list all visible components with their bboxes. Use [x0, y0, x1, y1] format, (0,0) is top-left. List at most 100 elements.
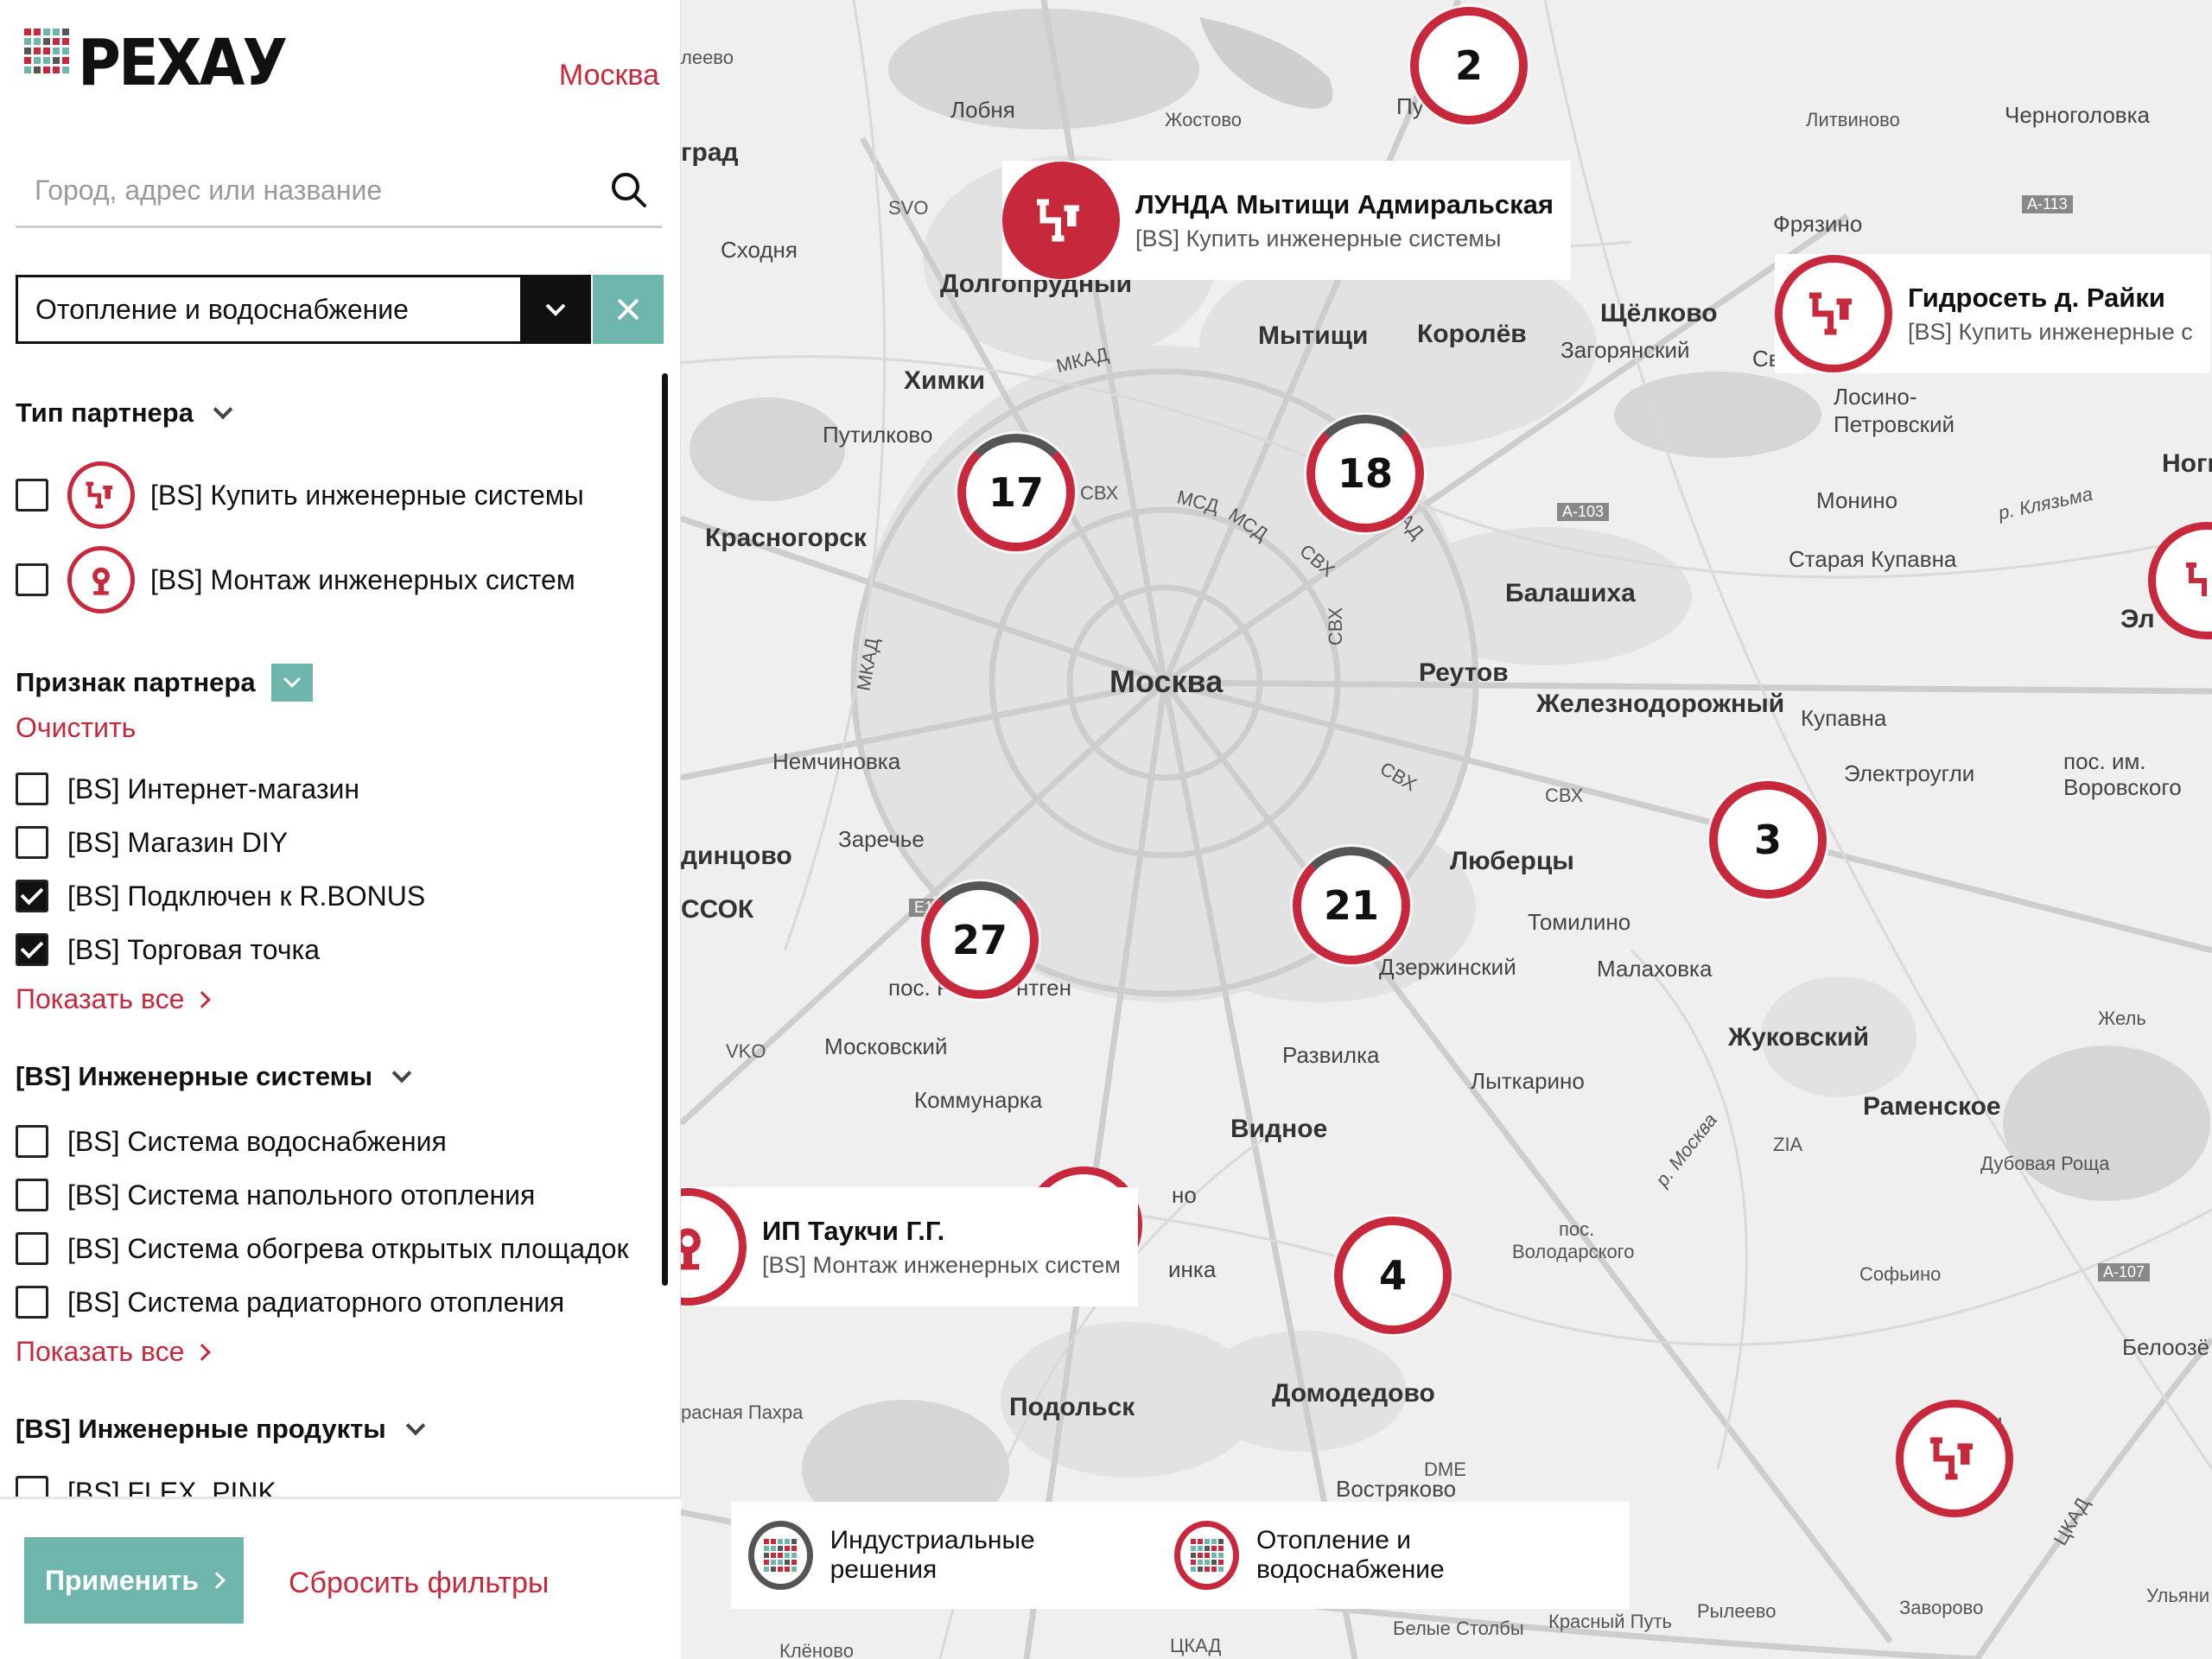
legend-heating[interactable]: Отопление и водоснабжение: [1174, 1521, 1578, 1590]
eng-systems-heading[interactable]: [BS] Инженерные системы: [16, 1061, 412, 1092]
show-all-link[interactable]: Показать все: [16, 1336, 212, 1368]
checkbox[interactable]: [16, 772, 48, 805]
place-label: Ноги: [2162, 449, 2212, 478]
cluster-marker[interactable]: 27: [921, 881, 1039, 999]
logo-pixel: [43, 57, 50, 64]
show-all-label: Показать все: [16, 1336, 185, 1367]
place-label: Загорянский: [1560, 337, 1690, 363]
logo-pixel: [1197, 1546, 1203, 1551]
partner-type-option[interactable]: [BS] Купить инженерные системы: [16, 461, 584, 529]
partner-sign-option[interactable]: [BS] Интернет-магазин: [16, 772, 359, 805]
clear-category-button[interactable]: [593, 275, 664, 344]
partner-sign-option[interactable]: [BS] Магазин DIY: [16, 826, 288, 859]
chevron-right-icon: [208, 1572, 226, 1589]
logo-pixel: [62, 48, 69, 54]
option-label: [BS] Купить инженерные системы: [150, 479, 584, 511]
checkbox-checked[interactable]: [16, 880, 48, 912]
search-input[interactable]: [16, 156, 569, 225]
eng-system-option[interactable]: [BS] Система обогрева открытых площадок: [16, 1232, 628, 1265]
clear-filter-link[interactable]: Очистить: [16, 712, 136, 744]
logo-pixel: [1204, 1539, 1210, 1544]
search-icon[interactable]: [608, 169, 650, 211]
place-label: инка: [1168, 1256, 1217, 1282]
logo-pixel: [1190, 1560, 1196, 1565]
checkbox[interactable]: [16, 826, 48, 859]
logo-pixel: [24, 29, 31, 35]
logo-pixel: [778, 1560, 784, 1565]
cluster-marker[interactable]: 21: [1293, 847, 1410, 964]
place-label: Томилино: [1528, 909, 1631, 935]
cluster-marker[interactable]: 4: [1334, 1217, 1452, 1334]
place-label: нтген: [1016, 975, 1071, 1001]
partner-card[interactable]: Гидросеть д. Райки [BS] Купить инженерны…: [1775, 254, 2210, 373]
place-label: Красный Путь: [1548, 1611, 1672, 1632]
road-sign: A-107: [2098, 1263, 2151, 1281]
checkbox[interactable]: [16, 1125, 48, 1158]
eng-system-option[interactable]: [BS] Система радиаторного отопления: [16, 1286, 564, 1319]
logo-pixel: [778, 1553, 784, 1558]
place-label: Жель: [2098, 1007, 2146, 1029]
place-label: леево: [681, 47, 734, 68]
logo-pixel: [785, 1539, 791, 1544]
chevron-down-icon[interactable]: [520, 275, 591, 344]
reset-filters-link[interactable]: Сбросить фильтры: [289, 1567, 549, 1600]
logo-pixel: [34, 29, 41, 35]
section-title: [BS] Инженерные продукты: [16, 1414, 386, 1444]
cluster-marker[interactable]: 3: [1709, 781, 1827, 899]
logo-pixel: [1190, 1567, 1196, 1572]
logo-pixel: [1204, 1560, 1210, 1565]
partner-card[interactable]: ИП Таукчи Г.Г. [BS] Монтаж инженерных си…: [681, 1187, 1138, 1306]
logo-pixel: [34, 48, 41, 54]
logo-pixel: [1190, 1553, 1196, 1558]
logo-pixel: [1190, 1539, 1196, 1544]
chevron-down-icon[interactable]: [270, 664, 313, 702]
place-label: Востряково: [1336, 1476, 1457, 1502]
scrollbar[interactable]: [662, 373, 668, 1286]
partner-sign-option[interactable]: [BS] Торговая точка: [16, 933, 320, 966]
apply-button[interactable]: Применить: [24, 1537, 244, 1624]
logo-pixel: [24, 57, 31, 64]
cluster-marker[interactable]: 17: [957, 434, 1075, 551]
logo-pixel: [764, 1567, 770, 1572]
partner-type-option[interactable]: [BS] Монтаж инженерных систем: [16, 546, 575, 613]
city-selector[interactable]: Москва: [559, 59, 659, 92]
option-label: [BS] Система напольного отопления: [67, 1179, 536, 1211]
checkbox[interactable]: [16, 563, 48, 596]
option-label: [BS] Магазин DIY: [67, 826, 289, 858]
place-label: Дзержинский: [1379, 954, 1516, 980]
place-label: Раменское: [1863, 1092, 2001, 1121]
logo-pixel: [771, 1553, 777, 1558]
show-all-link[interactable]: Показать все: [16, 983, 212, 1015]
logo-pixel: [764, 1560, 770, 1565]
checkbox-checked[interactable]: [16, 933, 48, 966]
partner-card[interactable]: ЛУНДА Мытищи Адмиральская [BS] Купить ин…: [1002, 161, 1571, 280]
partner-type-heading[interactable]: Тип партнера: [16, 397, 233, 429]
checkbox[interactable]: [16, 1179, 48, 1211]
cluster-marker[interactable]: 2: [1410, 7, 1528, 124]
place-label: Литвиново: [1806, 109, 1900, 130]
checkbox[interactable]: [16, 1232, 48, 1265]
checkbox[interactable]: [16, 479, 48, 512]
logo-pixel: [791, 1553, 798, 1558]
road-label: ЦКАД: [1170, 1635, 1222, 1656]
pipe-icon: [1002, 162, 1120, 279]
category-dropdown[interactable]: Отопление и водоснабжение: [16, 275, 591, 344]
rehau-logo[interactable]: РЕХАУ: [24, 29, 303, 95]
place-label: Черноголовка: [2005, 102, 2151, 128]
place-label: Купавна: [1801, 705, 1887, 731]
logo-pixel: [1204, 1567, 1210, 1572]
eng-system-option[interactable]: [BS] Система водоснабжения: [16, 1125, 447, 1158]
cluster-marker[interactable]: 18: [1306, 415, 1424, 532]
logo-pixel: [43, 29, 50, 35]
section-title: Признак партнера: [16, 667, 256, 697]
partner-marker[interactable]: [1896, 1400, 2013, 1517]
eng-system-option[interactable]: [BS] Система напольного отопления: [16, 1179, 535, 1211]
eng-products-heading[interactable]: [BS] Инженерные продукты: [16, 1414, 426, 1445]
legend-industrial[interactable]: Индустриальные решения: [748, 1521, 1122, 1590]
close-icon: [617, 298, 639, 321]
partner-sign-heading[interactable]: Признак партнера: [16, 664, 313, 702]
checkbox[interactable]: [16, 1286, 48, 1319]
section-title: Тип партнера: [16, 397, 194, 428]
map-canvas[interactable]: Москва Лобня Жостово Пу Черноголовка Лит…: [681, 0, 2212, 1659]
partner-sign-option[interactable]: [BS] Подключен к R.BONUS: [16, 880, 425, 912]
